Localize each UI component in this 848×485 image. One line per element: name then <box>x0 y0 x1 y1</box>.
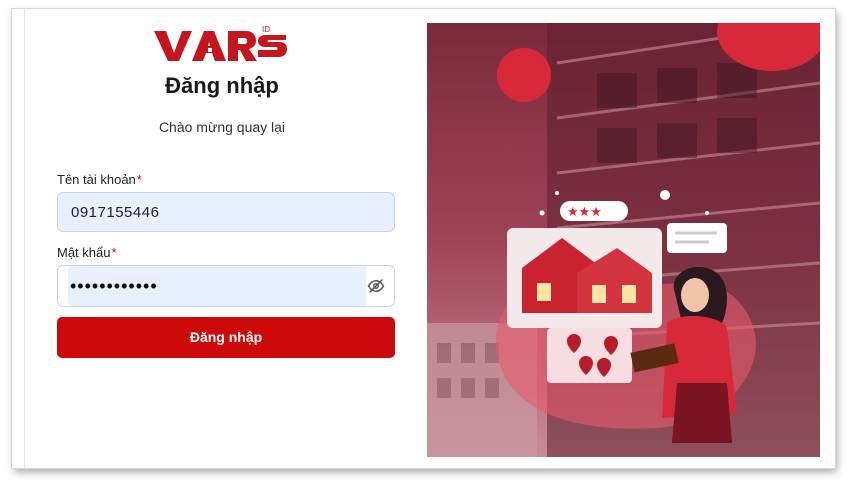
username-input[interactable]: 0917155446 <box>57 192 395 232</box>
hero-illustration: ★★★ <box>427 23 820 457</box>
login-button[interactable]: Đăng nhập <box>57 317 395 358</box>
page-subtitle: Chào mừng quay lại <box>158 119 286 135</box>
eye-off-icon[interactable] <box>367 277 385 295</box>
page-title: Đăng nhập <box>165 73 279 98</box>
username-label: Tên tài khoản* <box>57 172 142 187</box>
login-window: ID Đăng nhập Chào mừng quay lại Tên tài … <box>12 9 835 468</box>
password-label: Mật khẩu* <box>57 245 117 260</box>
divider <box>24 9 25 468</box>
password-input[interactable]: •••••••••••• <box>57 265 395 307</box>
svg-text:★★★: ★★★ <box>567 205 602 220</box>
username-label-text: Tên tài khoản <box>57 172 136 187</box>
required-mark: * <box>136 172 142 187</box>
required-mark: * <box>111 245 117 260</box>
logo-superscript: ID <box>262 25 270 34</box>
password-value: •••••••••••• <box>70 276 158 296</box>
vars-logo: ID <box>154 25 287 61</box>
password-label-text: Mật khẩu <box>57 245 111 260</box>
